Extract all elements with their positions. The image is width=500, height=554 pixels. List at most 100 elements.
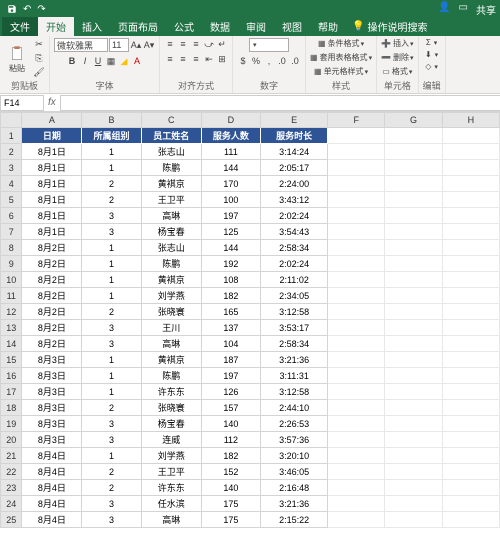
cell[interactable] [328, 128, 385, 144]
cell[interactable] [385, 304, 442, 320]
cell[interactable] [442, 352, 499, 368]
menu-review[interactable]: 审阅 [238, 17, 274, 36]
menu-layout[interactable]: 页面布局 [110, 17, 166, 36]
cell[interactable] [385, 160, 442, 176]
col-header[interactable]: F [328, 113, 385, 128]
cell[interactable] [442, 416, 499, 432]
cell[interactable]: 陈鹏 [141, 368, 201, 384]
comma-icon[interactable]: , [263, 55, 275, 67]
cell[interactable] [385, 256, 442, 272]
row-header[interactable]: 15 [1, 352, 22, 368]
underline-button[interactable]: U [92, 55, 104, 67]
cell[interactable]: 王卫平 [141, 464, 201, 480]
cell[interactable] [385, 320, 442, 336]
border-icon[interactable]: ▦ [105, 55, 117, 67]
cell[interactable]: 1 [82, 144, 142, 160]
cell[interactable]: 任水滨 [141, 496, 201, 512]
cell[interactable]: 张志山 [141, 144, 201, 160]
save-icon[interactable] [4, 2, 20, 16]
cell[interactable] [328, 464, 385, 480]
decrease-font-icon[interactable]: A▾ [143, 39, 155, 51]
cell[interactable]: 张晓寰 [141, 400, 201, 416]
cell[interactable]: 3 [82, 432, 142, 448]
wrap-text-icon[interactable]: ↵ [216, 38, 228, 50]
cell[interactable]: 杨宝春 [141, 416, 201, 432]
align-bottom-icon[interactable]: ≡ [190, 38, 202, 50]
cell[interactable] [442, 272, 499, 288]
cell[interactable] [442, 368, 499, 384]
row-header[interactable]: 4 [1, 176, 22, 192]
percent-icon[interactable]: % [250, 55, 262, 67]
cell[interactable]: 高琳 [141, 208, 201, 224]
cell[interactable]: 192 [201, 256, 261, 272]
cell[interactable]: 1 [82, 256, 142, 272]
cell[interactable]: 2:58:34 [261, 336, 328, 352]
cell[interactable]: 3 [82, 416, 142, 432]
cell[interactable]: 陈鹏 [141, 160, 201, 176]
col-header[interactable]: A [22, 113, 82, 128]
insert-cells-button[interactable]: ➕插入 [381, 38, 413, 49]
cell[interactable]: 2:02:24 [261, 256, 328, 272]
formula-input[interactable] [60, 95, 500, 111]
bold-button[interactable]: B [66, 55, 78, 67]
cell[interactable]: 3:53:17 [261, 320, 328, 336]
cell[interactable] [328, 272, 385, 288]
cell[interactable]: 8月1日 [22, 208, 82, 224]
cell[interactable]: 182 [201, 288, 261, 304]
cell[interactable]: 8月4日 [22, 464, 82, 480]
col-header[interactable]: C [141, 113, 201, 128]
cell[interactable] [385, 464, 442, 480]
cell[interactable]: 8月3日 [22, 368, 82, 384]
row-header[interactable]: 17 [1, 384, 22, 400]
row-header[interactable]: 19 [1, 416, 22, 432]
cell[interactable] [328, 384, 385, 400]
cell[interactable] [442, 192, 499, 208]
menu-home[interactable]: 开始 [38, 17, 74, 36]
cell[interactable]: 2:05:17 [261, 160, 328, 176]
cell[interactable] [328, 496, 385, 512]
cell[interactable] [385, 432, 442, 448]
cell[interactable]: 2:15:22 [261, 512, 328, 528]
cell[interactable]: 8月2日 [22, 240, 82, 256]
cell[interactable] [385, 512, 442, 528]
menu-insert[interactable]: 插入 [74, 17, 110, 36]
cell[interactable] [328, 432, 385, 448]
cut-icon[interactable]: ✂ [33, 38, 45, 50]
cell[interactable]: 8月2日 [22, 320, 82, 336]
cell[interactable]: 152 [201, 464, 261, 480]
cell[interactable]: 许东东 [141, 384, 201, 400]
cell[interactable] [385, 336, 442, 352]
menu-data[interactable]: 数据 [202, 17, 238, 36]
cell[interactable]: 8月1日 [22, 192, 82, 208]
cell[interactable]: 3:14:24 [261, 144, 328, 160]
cell[interactable] [385, 240, 442, 256]
row-header[interactable]: 11 [1, 288, 22, 304]
cell[interactable] [442, 304, 499, 320]
cell[interactable] [328, 368, 385, 384]
cell[interactable]: 108 [201, 272, 261, 288]
format-cells-button[interactable]: ▭格式 [382, 66, 412, 77]
cell[interactable]: 2 [82, 400, 142, 416]
menu-file[interactable]: 文件 [2, 17, 38, 36]
cell[interactable] [328, 512, 385, 528]
cell[interactable] [442, 496, 499, 512]
fill-color-icon[interactable]: ◢ [118, 55, 130, 67]
indent-dec-icon[interactable]: ⇤ [203, 53, 215, 65]
cell[interactable]: 8月4日 [22, 496, 82, 512]
merge-icon[interactable]: ⊞ [216, 53, 228, 65]
cell[interactable]: 170 [201, 176, 261, 192]
cell[interactable]: 157 [201, 400, 261, 416]
cell[interactable] [385, 368, 442, 384]
table-header-cell[interactable]: 日期 [22, 128, 82, 144]
cell[interactable] [442, 448, 499, 464]
autosum-button[interactable]: Σ [426, 38, 437, 47]
cell[interactable]: 111 [201, 144, 261, 160]
cell[interactable]: 高琳 [141, 336, 201, 352]
cell[interactable]: 2 [82, 304, 142, 320]
cell[interactable] [442, 224, 499, 240]
cell[interactable] [385, 144, 442, 160]
row-header[interactable]: 13 [1, 320, 22, 336]
row-header[interactable]: 3 [1, 160, 22, 176]
cell[interactable] [442, 256, 499, 272]
cell[interactable]: 8月2日 [22, 288, 82, 304]
